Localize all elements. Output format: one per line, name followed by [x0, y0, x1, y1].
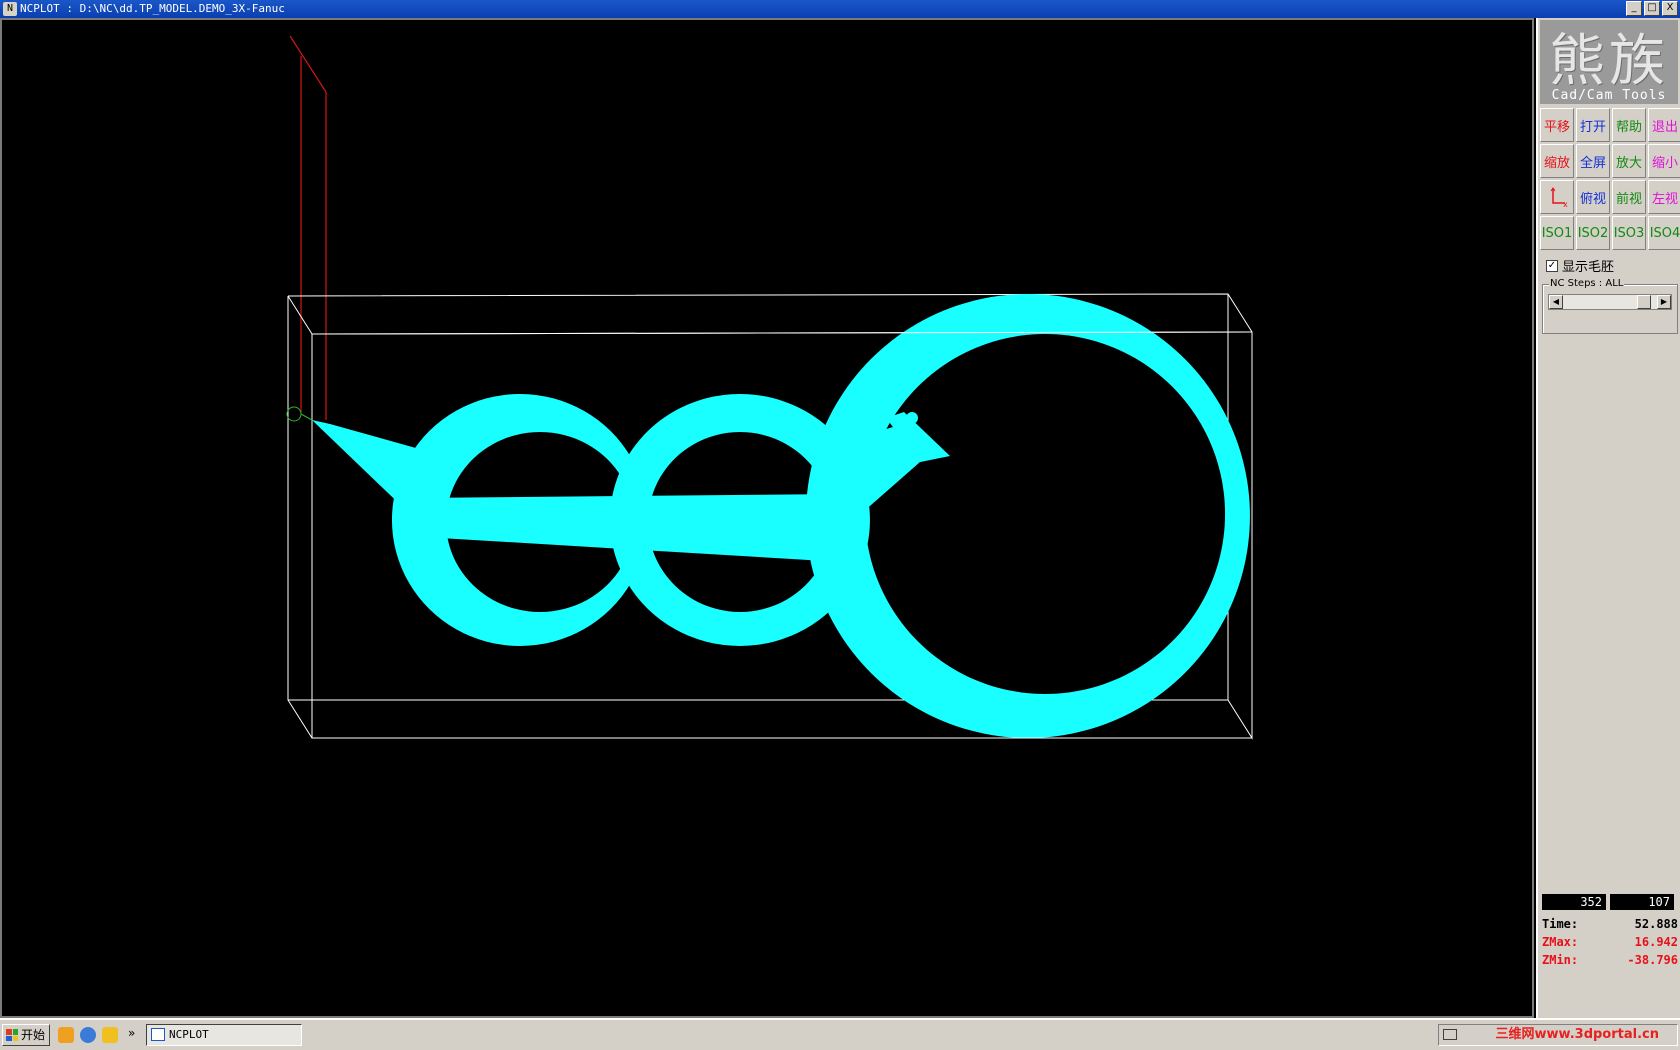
tool-axis: [289, 35, 327, 420]
toolbar-button-0[interactable]: 平移: [1540, 108, 1574, 142]
taskbar-item-ncplot[interactable]: NCPLOT: [146, 1024, 302, 1046]
taskbar-item-label: NCPLOT: [169, 1028, 209, 1041]
toolbar-button-7[interactable]: 缩小: [1648, 144, 1680, 178]
axis-view-button[interactable]: x: [1540, 180, 1574, 214]
windows-logo-icon: [6, 1029, 18, 1041]
zmin-value: -38.796: [1627, 953, 1678, 967]
time-label: Time:: [1542, 917, 1579, 931]
toolpath-canvas: [286, 35, 1253, 740]
minimize-button[interactable]: _: [1626, 1, 1642, 16]
logo-chars: 熊族: [1549, 29, 1669, 94]
toolbar-button-6[interactable]: 放大: [1612, 144, 1646, 178]
nc-steps-thumb[interactable]: [1636, 295, 1651, 309]
show-stock-label: 显示毛胚: [1562, 260, 1615, 275]
toolbar-button-9[interactable]: 俯视: [1576, 180, 1610, 214]
svg-text:x: x: [1563, 200, 1568, 209]
browser-icon[interactable]: [80, 1027, 96, 1043]
keyboard-icon[interactable]: [1443, 1029, 1457, 1040]
tray-watermark: 三维网www.3dportal.cn: [1495, 1027, 1659, 1042]
axis-icon: x: [1550, 187, 1568, 209]
taskbar: 开始 » NCPLOT 三维网www.3dportal.cn: [0, 1018, 1680, 1050]
start-marker: [286, 406, 313, 422]
nc-steps-label: NC Steps : ALL: [1549, 278, 1625, 289]
app-icon: N: [3, 2, 17, 16]
zmin-label: ZMin:: [1542, 953, 1579, 967]
media-player-icon[interactable]: [58, 1027, 74, 1043]
brand-logo: 熊族 Cad/Cam Tools: [1540, 20, 1678, 104]
toolbar-button-14[interactable]: ISO3: [1612, 216, 1646, 250]
title-bar[interactable]: N NCPLOT : D:\NC\dd.TP_MODEL.DEMO_3X-Fan…: [0, 0, 1680, 18]
scroll-left-arrow-icon[interactable]: ◀: [1549, 295, 1563, 309]
view-toolbar: 平移 打开 帮助 退出缩放 全屏 放大 缩小 x 俯视 前视 左视 ISO1 ISO2 ISO3 ISO4: [1540, 108, 1680, 250]
maximize-button[interactable]: □: [1644, 1, 1660, 16]
toolbar-button-12[interactable]: ISO1: [1540, 216, 1574, 250]
toolbar-button-3[interactable]: 退出: [1648, 108, 1680, 142]
toolbar-button-15[interactable]: ISO4: [1648, 216, 1680, 250]
zmax-value: 16.942: [1634, 935, 1678, 949]
logo-subtitle: Cad/Cam Tools: [1551, 88, 1667, 103]
toolpath: [312, 294, 1250, 739]
window-title: NCPLOT : D:\NC\dd.TP_MODEL.DEMO_3X-Fanuc: [20, 2, 285, 15]
plot-viewport[interactable]: [0, 18, 1534, 1018]
toolbar-button-2[interactable]: 帮助: [1612, 108, 1646, 142]
messenger-icon[interactable]: [102, 1027, 118, 1043]
close-button[interactable]: X: [1662, 1, 1678, 16]
toolbar-button-4[interactable]: 缩放: [1540, 144, 1574, 178]
nc-steps-group: NC Steps : ALL ◀ ▶: [1542, 278, 1678, 334]
window-icon: [151, 1028, 165, 1041]
system-tray: 三维网www.3dportal.cn: [1438, 1024, 1678, 1046]
scroll-right-arrow-icon[interactable]: ▶: [1657, 295, 1671, 309]
time-value: 52.888: [1634, 917, 1678, 931]
toolbar-button-10[interactable]: 前视: [1612, 180, 1646, 214]
end-point: [906, 412, 918, 424]
coord-y-readout: 107: [1610, 894, 1674, 910]
coord-x-readout: 352: [1542, 894, 1606, 910]
toolbar-button-5[interactable]: 全屏: [1576, 144, 1610, 178]
toolbar-button-1[interactable]: 打开: [1576, 108, 1610, 142]
show-stock-checkbox[interactable]: ✓: [1546, 259, 1558, 272]
quicklaunch-chevron-icon[interactable]: »: [128, 1026, 135, 1040]
stats-panel: Time: 52.888 ZMax: 16.942 ZMin: -38.796: [1542, 915, 1678, 969]
control-panel: 熊族 Cad/Cam Tools 平移 打开 帮助 退出缩放 全屏 放大 缩小 x 俯视 前视 左视…: [1536, 18, 1680, 1018]
zmax-label: ZMax:: [1542, 935, 1579, 949]
toolbar-button-13[interactable]: ISO2: [1576, 216, 1610, 250]
start-button[interactable]: 开始: [2, 1024, 50, 1046]
show-stock-toggle[interactable]: ✓ 显示毛胚: [1546, 256, 1614, 275]
nc-steps-slider[interactable]: ◀ ▶: [1548, 294, 1672, 310]
toolbar-button-11[interactable]: 左视: [1648, 180, 1680, 214]
start-label: 开始: [21, 1028, 46, 1042]
